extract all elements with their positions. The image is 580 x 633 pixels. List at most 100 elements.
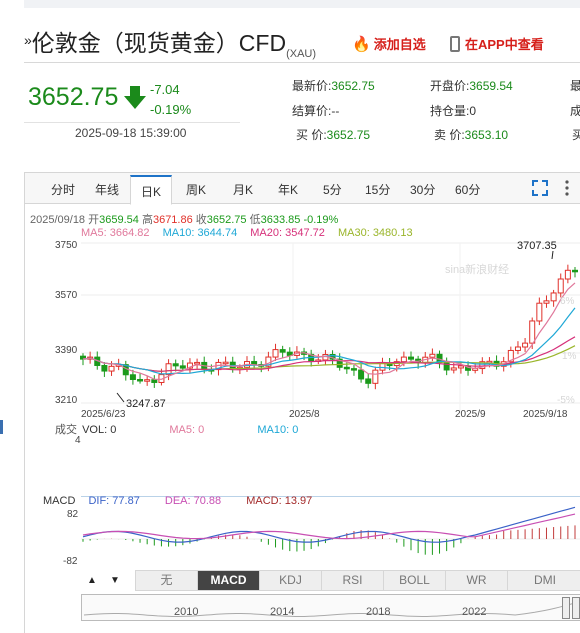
title-mark: » bbox=[24, 32, 32, 48]
stat-value: 3653.10 bbox=[464, 128, 509, 142]
period-tabs: 分时 年线 日K 周K 月K 年K 5分 15分 30分 60分 bbox=[25, 173, 580, 205]
candle-body bbox=[514, 346, 521, 351]
range-handle-right[interactable] bbox=[572, 597, 580, 619]
fullscreen-icon[interactable] bbox=[532, 180, 548, 196]
stat-value: 3652.75 bbox=[326, 128, 371, 142]
stat-cut-2: 成 bbox=[570, 104, 580, 118]
candle-body bbox=[408, 356, 414, 360]
tab-daily-k[interactable]: 日K bbox=[130, 175, 173, 205]
range-navigator[interactable]: 2010 2014 2018 2022 bbox=[81, 594, 580, 621]
price-tick: 3390 bbox=[55, 345, 78, 356]
down-arrow-icon bbox=[124, 86, 146, 109]
stat-value: -- bbox=[331, 104, 340, 118]
range-year: 2014 bbox=[270, 606, 295, 618]
candle-body bbox=[564, 269, 571, 280]
candle-body bbox=[400, 356, 407, 363]
candlestick-chart[interactable]: sina新浪财经 3707.35 3247.87 bbox=[25, 235, 580, 425]
stat-value: 3659.54 bbox=[469, 79, 513, 93]
chart-panel: 分时 年线 日K 周K 月K 年K 5分 15分 30分 60分 2025/09… bbox=[24, 172, 580, 633]
stat-open: 开盘价:3659.54 bbox=[430, 77, 513, 94]
vol-value: 0 bbox=[110, 424, 117, 436]
volume-tick: 4 bbox=[75, 435, 81, 446]
stat-label: 持仓量: bbox=[430, 104, 470, 118]
stat-bid: 买 价:3652.75 bbox=[296, 126, 370, 143]
candle-body bbox=[365, 378, 372, 384]
quote-time: 2025-09-18 15:39:00 bbox=[75, 126, 187, 140]
price-tick: 3210 bbox=[55, 395, 78, 406]
indicator-macd[interactable]: MACD bbox=[198, 571, 260, 590]
info-date: 2025/09/18 bbox=[30, 214, 86, 226]
candle-body bbox=[372, 369, 379, 384]
indicator-none[interactable]: 无 bbox=[136, 571, 198, 590]
candle-body bbox=[572, 269, 578, 273]
indicator-kdj[interactable]: KDJ bbox=[260, 571, 322, 590]
tab-intraday[interactable]: 分时 bbox=[51, 181, 75, 198]
date-tick: 2025/9/18 bbox=[523, 409, 568, 420]
indicator-boll[interactable]: BOLL bbox=[384, 571, 446, 590]
price-change: -7.04 -0.19% bbox=[150, 80, 191, 120]
tab-5min[interactable]: 5分 bbox=[323, 181, 342, 198]
candle-body bbox=[194, 361, 201, 365]
candle-body bbox=[108, 365, 115, 372]
stat-settle: 结算价:-- bbox=[292, 102, 339, 119]
price-tick: 3750 bbox=[55, 240, 78, 251]
tab-30min[interactable]: 30分 bbox=[410, 181, 435, 198]
vol-ma10-value: 0 bbox=[292, 424, 299, 436]
page-title: »伦敦金（现货黄金）CFD(XAU) bbox=[24, 24, 316, 60]
app-view-button[interactable]: 在APP中查看 bbox=[450, 34, 544, 53]
candle-body bbox=[101, 364, 108, 372]
vol-ma10-label: MA10: bbox=[257, 424, 290, 436]
tab-weekly-k[interactable]: 周K bbox=[186, 181, 206, 198]
stat-cut-3: 买 bbox=[572, 128, 580, 142]
low-value: 3633.85 bbox=[260, 214, 301, 226]
stat-label: 最新价: bbox=[292, 79, 332, 93]
date-tick: 2025/6/23 bbox=[81, 409, 126, 420]
tab-60min[interactable]: 60分 bbox=[455, 181, 480, 198]
candle-body bbox=[343, 366, 350, 370]
macd-bars bbox=[82, 525, 576, 555]
down-arrow-icon[interactable]: ▼ bbox=[106, 572, 124, 589]
tab-year-line[interactable]: 年线 bbox=[95, 181, 119, 198]
vol-label: VOL: bbox=[82, 424, 108, 436]
candle-body bbox=[450, 367, 457, 371]
ma30-line bbox=[82, 345, 576, 372]
candle-body bbox=[151, 379, 158, 383]
stat-ask: 卖 价:3653.10 bbox=[434, 126, 508, 143]
max-pointer bbox=[551, 250, 554, 260]
low-label: 低 bbox=[249, 214, 261, 226]
stat-value: 3652.75 bbox=[331, 79, 375, 93]
candle-body bbox=[358, 369, 365, 380]
candle-body bbox=[429, 353, 436, 358]
indicator-rsi[interactable]: RSI bbox=[322, 571, 384, 590]
close-value: 3652.75 bbox=[206, 214, 247, 226]
candle-body bbox=[272, 349, 279, 358]
date-tick: 2025/8 bbox=[289, 409, 320, 420]
max-label: 3707.35 bbox=[517, 240, 557, 252]
candle-body bbox=[522, 342, 529, 348]
left-edge-marker bbox=[0, 420, 3, 434]
flame-icon: 🔥 bbox=[352, 36, 371, 53]
tab-yearly-k[interactable]: 年K bbox=[278, 181, 298, 198]
tab-monthly-k[interactable]: 月K bbox=[233, 181, 253, 198]
min-label: 3247.87 bbox=[126, 398, 166, 410]
volume-title: 成交 bbox=[55, 424, 77, 436]
candle-body bbox=[379, 362, 386, 371]
volume-info: 成交 VOL: 0 MA5: 0 MA10: 0 bbox=[55, 421, 298, 437]
stat-cut-1: 最 bbox=[570, 79, 580, 93]
tab-15min[interactable]: 15分 bbox=[365, 181, 390, 198]
range-handle-left[interactable] bbox=[562, 597, 570, 619]
header: »伦敦金（现货黄金）CFD(XAU) 🔥 添加自选 在APP中查看 bbox=[24, 24, 580, 60]
indicator-tabs: 无 MACD KDJ RSI BOLL WR DMI bbox=[135, 570, 580, 591]
more-icon[interactable] bbox=[563, 179, 571, 197]
add-favorite-button[interactable]: 🔥 添加自选 bbox=[352, 34, 426, 53]
high-value: 3671.86 bbox=[152, 214, 193, 226]
indicator-wr[interactable]: WR bbox=[446, 571, 508, 590]
candle-body bbox=[129, 374, 136, 380]
indicator-dmi[interactable]: DMI bbox=[508, 571, 580, 590]
date-tick: 2025/9 bbox=[455, 409, 486, 420]
title-sub: (XAU) bbox=[286, 48, 317, 60]
stat-label: 卖 价: bbox=[434, 128, 465, 142]
up-arrow-icon[interactable]: ▲ bbox=[83, 572, 101, 589]
add-favorite-label: 添加自选 bbox=[373, 37, 426, 52]
high-label: 高 bbox=[141, 214, 153, 226]
